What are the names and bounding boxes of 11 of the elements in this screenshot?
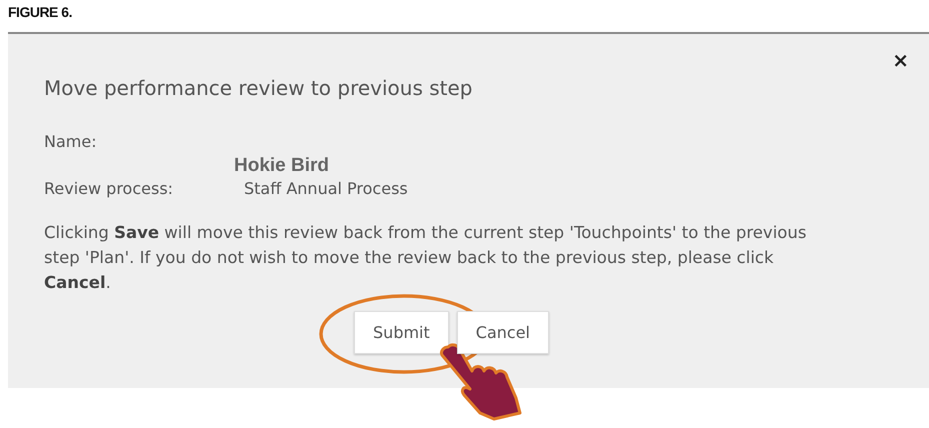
pointing-hand-icon: [440, 343, 522, 420]
submit-button[interactable]: Submit: [354, 311, 449, 354]
close-icon[interactable]: ×: [892, 50, 909, 70]
message-text: Clicking Save will move this review back from the current step 'Touchpoints' to the previous step 'Plan'. If you do not wish to move the review back to the previous step, please click Cancel.: [44, 222, 808, 294]
figure-caption: FIGURE 6.: [7, 3, 72, 22]
field-label: Name:: [44, 132, 98, 151]
field-value: Hokie Bird: [234, 155, 330, 177]
cancel-button[interactable]: Cancel: [456, 311, 549, 354]
field-value: Staff Annual Process: [244, 179, 408, 198]
dialog-title: Move performance review to previous step: [44, 76, 472, 100]
field-label: Review process:: [44, 179, 174, 198]
